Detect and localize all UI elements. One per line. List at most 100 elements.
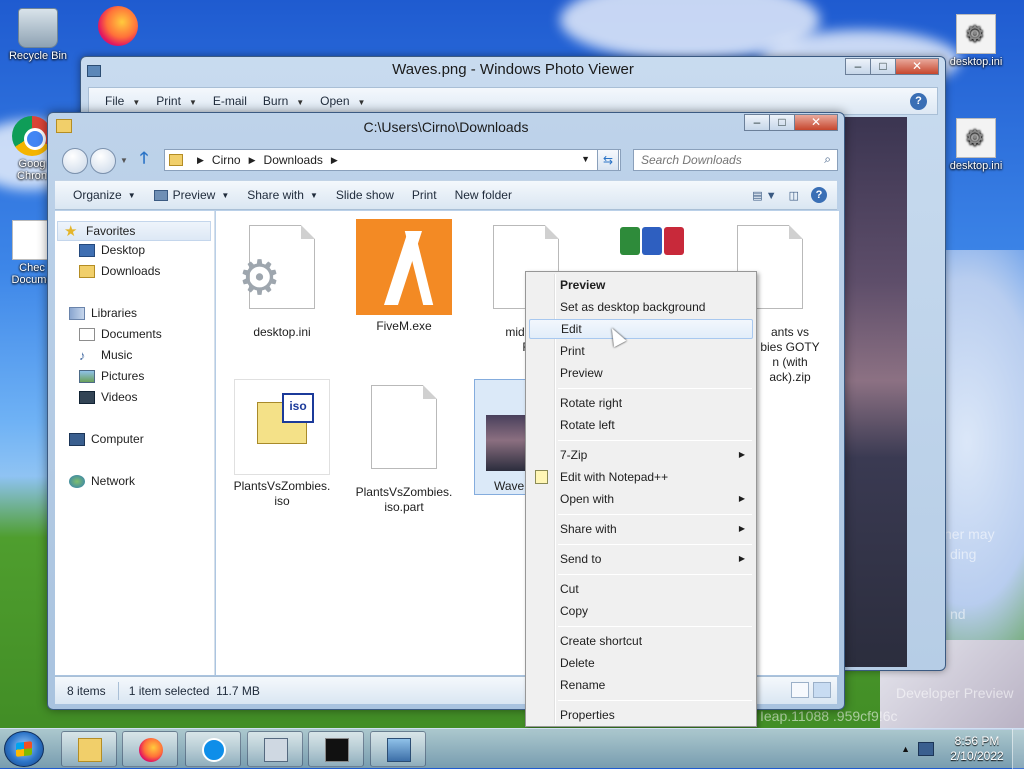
- organize-button[interactable]: Organize ▼: [73, 188, 136, 202]
- taskbar-teamviewer[interactable]: [185, 731, 241, 767]
- network-status-icon[interactable]: [918, 742, 934, 756]
- large-icons-view-icon[interactable]: [813, 682, 831, 698]
- address-bar[interactable]: ▶ Cirno ▶ Downloads ▶ ▼: [164, 149, 621, 171]
- desktop-icon-firefox[interactable]: [80, 6, 156, 48]
- minimize-button[interactable]: –: [744, 114, 770, 131]
- taskbar-command-prompt[interactable]: [308, 731, 364, 767]
- file-item-fivem[interactable]: FiveM.exe: [348, 219, 460, 334]
- chevron-down-icon[interactable]: ▼: [581, 154, 590, 164]
- close-button[interactable]: ✕: [794, 114, 838, 131]
- chevron-down-icon[interactable]: ▼: [120, 156, 128, 165]
- slide-show-button[interactable]: Slide show: [336, 188, 394, 202]
- nav-downloads[interactable]: Downloads: [79, 264, 160, 278]
- menu-item-rotate-right[interactable]: Rotate right: [529, 393, 753, 413]
- menu-email-label: E-mail: [212, 94, 247, 108]
- context-menu: Preview Set as desktop background Edit P…: [525, 271, 757, 727]
- menu-separator: [558, 700, 752, 701]
- menu-file[interactable]: File ▼: [105, 94, 140, 108]
- breadcrumb-arrow-icon[interactable]: ▶: [331, 155, 338, 166]
- show-desktop-button[interactable]: [1012, 729, 1024, 769]
- menu-separator: [558, 388, 752, 389]
- nav-desktop[interactable]: Desktop: [79, 243, 145, 257]
- nav-favorites[interactable]: ★ Favorites: [57, 221, 211, 241]
- taskbar-task-manager[interactable]: [247, 731, 303, 767]
- nav-computer[interactable]: Computer: [69, 432, 144, 446]
- menu-item-7zip[interactable]: 7-Zip ▶: [529, 445, 753, 465]
- desktop-icon-desktop-ini-2[interactable]: desktop.ini: [938, 118, 1014, 172]
- nav-videos[interactable]: Videos: [79, 390, 137, 404]
- breadcrumb-arrow-icon[interactable]: ▶: [249, 155, 256, 166]
- menu-item-edit-notepad-plus-plus[interactable]: Edit with Notepad++: [529, 467, 753, 487]
- menu-item-send-to[interactable]: Send to ▶: [529, 549, 753, 569]
- taskbar-photo-viewer[interactable]: [370, 731, 426, 767]
- desktop-icon-recycle-bin[interactable]: Recycle Bin: [0, 8, 76, 62]
- menu-print[interactable]: Print ▼: [156, 94, 197, 108]
- file-item-pvz-part[interactable]: PlantsVsZombies. iso.part: [348, 379, 460, 515]
- taskbar-firefox[interactable]: [122, 731, 178, 767]
- menu-item-preview-default[interactable]: Preview: [529, 275, 753, 295]
- help-icon[interactable]: ?: [910, 93, 927, 110]
- print-button[interactable]: Print: [412, 188, 437, 202]
- search-input[interactable]: [639, 151, 809, 169]
- nav-music[interactable]: ♪ Music: [79, 348, 132, 362]
- refresh-button[interactable]: ⇆: [597, 149, 619, 171]
- menu-item-open-with[interactable]: Open with ▶: [529, 489, 753, 509]
- menu-item-edit[interactable]: Edit: [529, 319, 753, 339]
- file-item-archive[interactable]: [592, 219, 704, 269]
- menu-email[interactable]: E-mail: [213, 94, 247, 108]
- back-button[interactable]: [62, 147, 88, 174]
- menu-item-properties[interactable]: Properties: [529, 705, 753, 725]
- breadcrumb-cirno[interactable]: Cirno: [212, 153, 241, 167]
- nav-network[interactable]: Network: [69, 474, 135, 488]
- settings-file-icon: [956, 14, 996, 54]
- menu-item-print[interactable]: Print: [529, 341, 753, 361]
- nav-pictures[interactable]: Pictures: [79, 369, 144, 383]
- menu-item-preview[interactable]: Preview: [529, 363, 753, 383]
- submenu-arrow-icon: ▶: [738, 494, 745, 503]
- up-arrow-icon[interactable]: 🡑: [140, 147, 148, 174]
- desktop-icon-desktop-ini[interactable]: desktop.ini: [938, 14, 1014, 68]
- menu-item-rotate-left[interactable]: Rotate left: [529, 415, 753, 435]
- clock[interactable]: 8:56 PM 2/10/2022: [948, 734, 1006, 764]
- breadcrumb-arrow-icon[interactable]: ▶: [197, 155, 204, 166]
- menu-item-cut[interactable]: Cut: [529, 579, 753, 599]
- explorer-window-controls: – □ ✕: [744, 114, 838, 131]
- photo-viewer-icon: [387, 738, 411, 762]
- preview-button[interactable]: Preview ▼: [153, 188, 229, 202]
- preview-pane-icon[interactable]: ◫: [789, 189, 799, 202]
- menu-burn[interactable]: Burn ▼: [263, 94, 304, 108]
- maximize-button[interactable]: □: [870, 58, 896, 75]
- menu-item-rename[interactable]: Rename: [529, 675, 753, 695]
- search-box[interactable]: ⌕: [633, 149, 838, 171]
- taskbar-explorer[interactable]: [61, 731, 117, 767]
- close-button[interactable]: ✕: [895, 58, 939, 75]
- menu-item-label: Preview: [560, 366, 603, 380]
- nav-documents[interactable]: Documents: [79, 327, 162, 341]
- change-view-icon[interactable]: ▤ ▼: [752, 189, 776, 202]
- photo-viewer-window-controls: – □ ✕: [845, 58, 939, 75]
- file-item-pvz-iso[interactable]: PlantsVsZombies. iso: [226, 379, 338, 509]
- menu-item-share-with[interactable]: Share with ▶: [529, 519, 753, 539]
- help-icon[interactable]: ?: [811, 187, 827, 203]
- menu-item-delete[interactable]: Delete: [529, 653, 753, 673]
- nav-libraries[interactable]: Libraries: [69, 306, 137, 320]
- forward-button[interactable]: [90, 147, 116, 174]
- fivem-app-icon: [356, 219, 452, 315]
- menu-item-create-shortcut[interactable]: Create shortcut: [529, 631, 753, 651]
- new-folder-button[interactable]: New folder: [455, 188, 512, 202]
- menu-item-set-desktop-background[interactable]: Set as desktop background: [529, 297, 753, 317]
- start-button[interactable]: [4, 731, 44, 767]
- show-hidden-icons-icon[interactable]: ▲: [901, 744, 910, 754]
- share-with-button[interactable]: Share with ▼: [247, 188, 318, 202]
- menu-item-copy[interactable]: Copy: [529, 601, 753, 621]
- minimize-button[interactable]: –: [845, 58, 871, 75]
- nav-libraries-label: Libraries: [91, 306, 138, 320]
- navigation-pane: ★ Favorites Desktop Downloads Libraries D…: [55, 211, 215, 675]
- menu-open[interactable]: Open ▼: [320, 94, 365, 108]
- file-item-desktop-ini[interactable]: ⚙ desktop.ini: [226, 219, 338, 340]
- search-icon[interactable]: ⌕: [824, 152, 831, 167]
- preview-icon: [153, 189, 168, 201]
- maximize-button[interactable]: □: [769, 114, 795, 131]
- details-view-icon[interactable]: [791, 682, 809, 698]
- breadcrumb-downloads[interactable]: Downloads: [264, 153, 323, 167]
